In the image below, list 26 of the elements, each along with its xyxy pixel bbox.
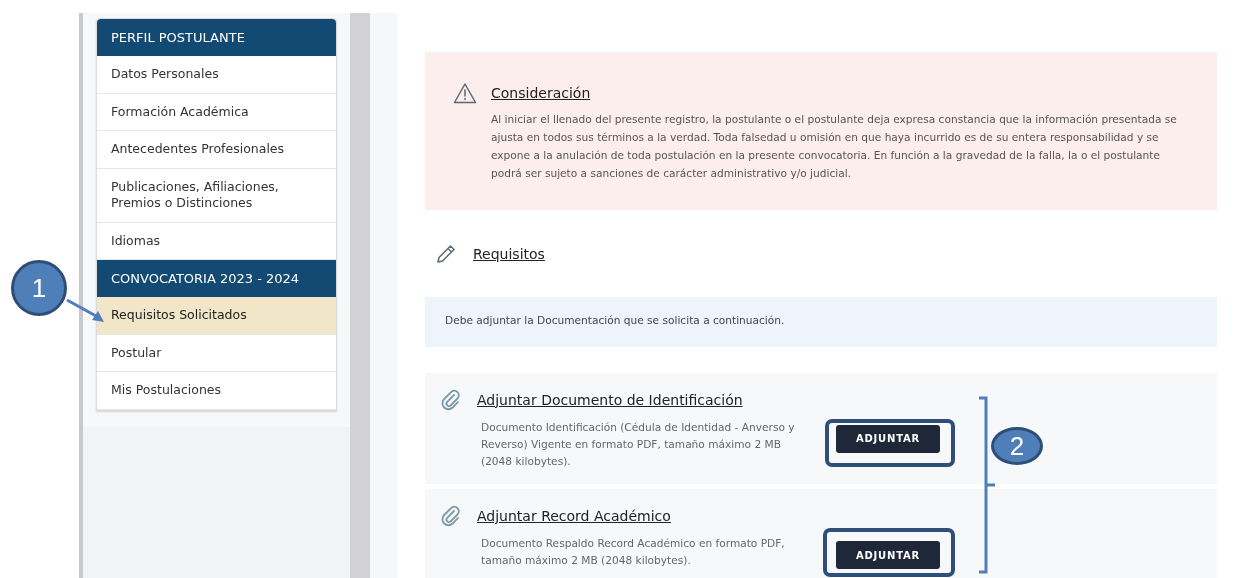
- notice-title: Consideración: [491, 85, 591, 101]
- menu-section-header: PERFIL POSTULANTE: [97, 19, 336, 56]
- menu-section-header: CONVOCATORIA 2023 - 2024: [97, 260, 336, 297]
- attachment-title: Adjuntar Documento de Identificación: [477, 391, 743, 408]
- warning-icon: [453, 82, 477, 104]
- sidebar-item[interactable]: Formación Académica: [97, 93, 336, 131]
- sidebar-item[interactable]: Requisitos Solicitados: [97, 297, 336, 335]
- sidebar-item[interactable]: Publicaciones, Afiliaciones, Premios o Distinciones: [97, 168, 336, 223]
- sidebar-item[interactable]: Postular: [97, 334, 336, 372]
- callout-arrow: [66, 298, 106, 324]
- sidebar-item[interactable]: Antecedentes Profesionales: [97, 131, 336, 169]
- attachment-title: Adjuntar Record Académico: [477, 508, 671, 525]
- paperclip-icon: [441, 388, 461, 411]
- sidebar-item[interactable]: Mis Postulaciones: [97, 372, 336, 410]
- attach-button[interactable]: ADJUNTAR: [836, 424, 940, 453]
- pencil-icon: [435, 242, 457, 265]
- attachment-description: Documento Respaldo Record Académico en formato PDF, tamaño máximo 2 MB (2048 kilobytes).: [481, 536, 786, 569]
- sidebar-item[interactable]: Idiomas: [97, 222, 336, 260]
- sidebar-item[interactable]: Datos Personales: [97, 56, 336, 94]
- notice-text: Al iniciar el llenado del presente registro, la postulante o el postulante deja expresa constancia que la información presentada se ajusta en todos sus términos a la verdad. Toda falsedad u omisión en que haya incurrido es de su entera responsabilidad y se expone a la anulación de toda postulación en la presente convocatoria. En función a la gravedad de la falla, la o el postulante podrá ser sujeto a sanciones de carácter administrativo y/o judicial.: [491, 112, 1178, 181]
- callout-badge: 1: [11, 260, 67, 316]
- section-title: Requisitos: [473, 245, 545, 262]
- info-banner: Debe adjuntar la Documentación que se solicita a continuación.: [425, 296, 1217, 347]
- paperclip-icon: [441, 505, 461, 528]
- attach-button[interactable]: ADJUNTAR: [836, 541, 940, 570]
- attachment-description: Documento Identificación (Cédula de Identidad - Anverso y Reverso) Vigente en formato PDF, tamaño máximo 2 MB (2048 kilobytes).: [481, 419, 796, 469]
